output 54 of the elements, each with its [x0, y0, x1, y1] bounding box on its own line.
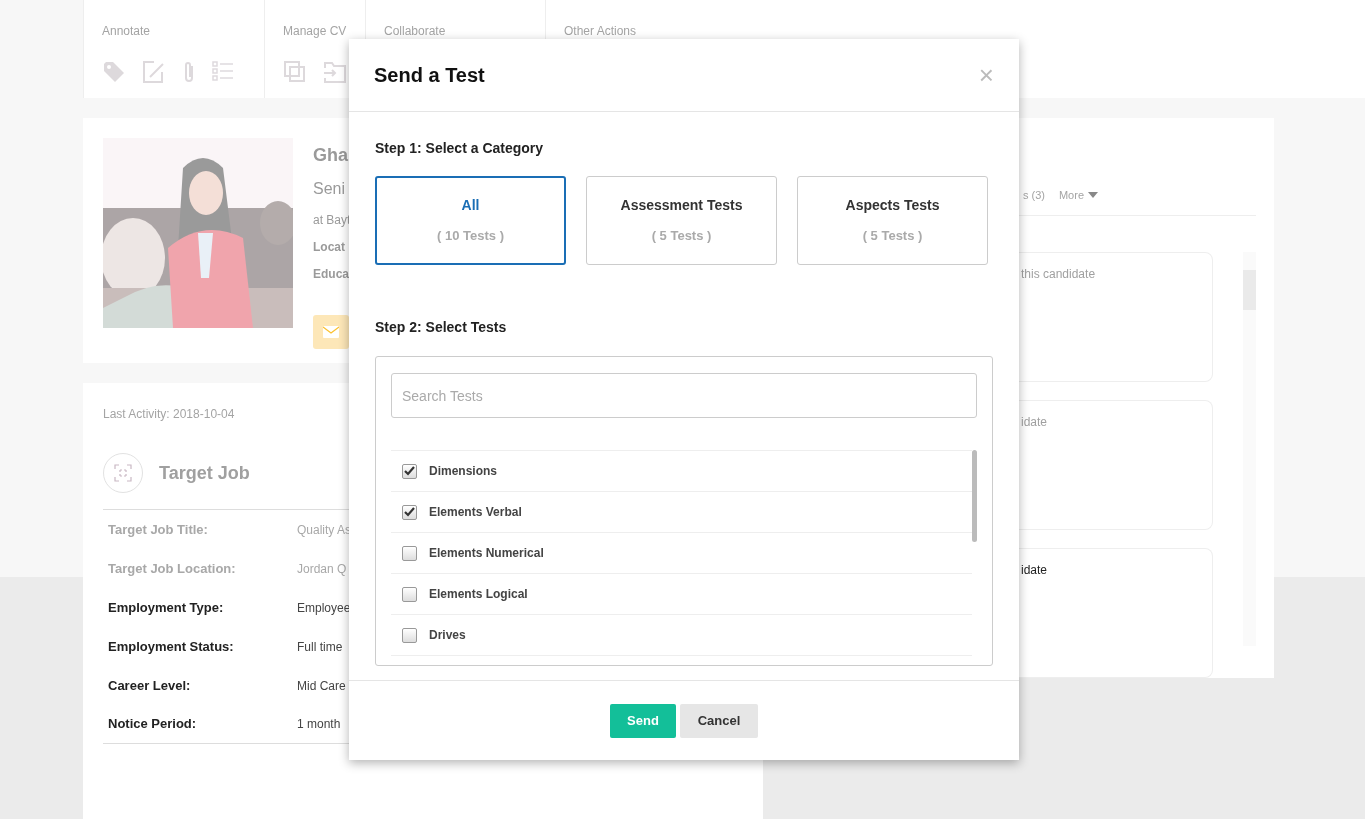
email-button[interactable] [313, 315, 349, 349]
category-option[interactable]: Assessment Tests ( 5 Tests ) [586, 176, 777, 265]
step-label: Step 2: Select Tests [375, 318, 508, 337]
group-label: Other Actions [564, 23, 637, 40]
test-name: Drives [429, 627, 466, 644]
job-title: Seni [313, 179, 347, 199]
checkbox[interactable] [402, 545, 417, 561]
field-label: Employment Status: [108, 637, 235, 656]
field-value: 1 month [297, 716, 341, 733]
group-label: Collaborate [384, 23, 446, 40]
field-label: Target Job Title: [108, 520, 209, 539]
field-label: Career Level: [108, 676, 192, 695]
test-name: Elements Logical [429, 586, 528, 603]
copy-icon[interactable] [283, 60, 307, 84]
dialog-title: Send a Test [374, 63, 485, 87]
tab[interactable]: s (3) [1022, 188, 1045, 202]
checkbox[interactable] [402, 586, 417, 602]
test-name: Dimensions [429, 463, 497, 480]
checklist-icon[interactable] [212, 60, 234, 82]
note-text: idate [1021, 414, 1049, 431]
search-field[interactable]: Search Tests [391, 373, 977, 418]
note-text: this candidate [1021, 266, 1097, 283]
field-value: Jordan Q [297, 560, 347, 578]
checkbox[interactable] [402, 463, 417, 479]
checkbox[interactable] [402, 627, 417, 643]
company-name: at Bayt [313, 212, 351, 229]
scrollbar[interactable] [972, 450, 977, 542]
caret-icon [1088, 192, 1098, 198]
field-label: Locat [313, 239, 346, 256]
group-label: Annotate [102, 23, 151, 40]
test-name: Elements Numerical [429, 545, 544, 562]
tag-icon[interactable] [102, 60, 126, 84]
candidate-name: Gha [313, 144, 349, 167]
field-label: Target Job Location: [108, 559, 237, 578]
field-value: Mid Care [297, 677, 346, 695]
folder-import-icon[interactable] [323, 60, 347, 84]
field-value: Full time [297, 638, 343, 656]
step-label: Step 1: Select a Category [375, 139, 545, 158]
category-option[interactable]: All ( 10 Tests ) [375, 176, 566, 265]
note-text: idate [1021, 562, 1049, 579]
field-label: Employment Type: [108, 598, 225, 617]
field-value: Employee [297, 599, 351, 617]
category-option[interactable]: Aspects Tests ( 5 Tests ) [797, 176, 988, 265]
field-label: Educa [313, 266, 350, 283]
envelope-icon [323, 326, 339, 338]
cancel-button[interactable]: Cancel [680, 703, 758, 738]
test-name: Elements Verbal [429, 504, 522, 521]
field-label: Notice Period: [108, 715, 198, 734]
section-title: Target Job [159, 461, 250, 485]
last-activity: Last Activity: 2018-10-04 [103, 406, 236, 423]
checkbox[interactable] [402, 504, 417, 520]
paperclip-icon[interactable] [182, 60, 196, 84]
group-label: Manage CV [283, 23, 347, 40]
edit-icon[interactable] [142, 60, 166, 84]
